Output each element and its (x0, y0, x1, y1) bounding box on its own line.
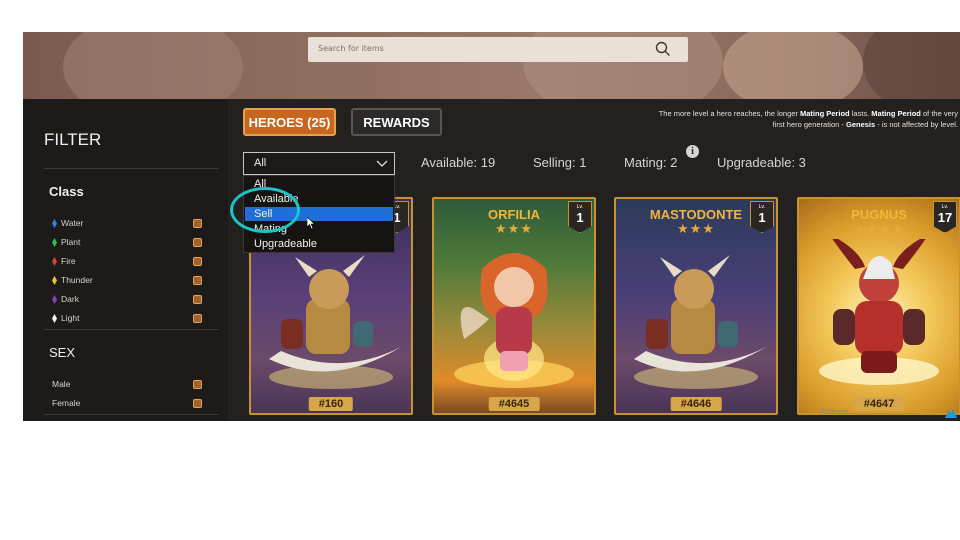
plant-checkbox[interactable] (193, 238, 202, 247)
divider (44, 414, 219, 415)
windows-activation-watermark: Activate (820, 407, 849, 416)
dark-checkbox[interactable] (193, 295, 202, 304)
sex-filter-male[interactable]: Male (49, 378, 209, 392)
class-title: Class (49, 184, 84, 199)
class-filter-thunder[interactable]: Thunder (49, 274, 209, 288)
fire-checkbox[interactable] (193, 257, 202, 266)
annotation-highlight-circle (230, 187, 300, 233)
female-checkbox[interactable] (193, 399, 202, 408)
tab-heroes[interactable]: HEROES (25) (243, 108, 336, 136)
sex-title: SEX (49, 345, 76, 360)
dark-gem-icon (52, 295, 57, 304)
water-gem-icon (52, 219, 57, 228)
class-filter-fire[interactable]: Fire (49, 255, 209, 269)
hero-portrait (634, 255, 766, 389)
class-label: Light (61, 313, 80, 323)
hero-portrait (454, 253, 574, 388)
divider (44, 329, 219, 330)
class-label: Water (61, 218, 84, 228)
banner-art (723, 32, 863, 99)
class-label: Thunder (61, 275, 93, 285)
divider (44, 168, 219, 169)
mating-info-text: The more level a hero reaches, the longe… (658, 109, 958, 129)
class-label: Dark (61, 294, 79, 304)
search-bar[interactable]: Search for items (308, 37, 688, 62)
tab-rewards[interactable]: REWARDS (351, 108, 442, 136)
light-checkbox[interactable] (193, 314, 202, 323)
search-placeholder: Search for items (318, 44, 384, 53)
class-label: Fire (61, 256, 76, 266)
mouse-cursor-icon (307, 217, 315, 229)
filter-sidebar: FILTER Class Water Plant Fire Thunder Da… (23, 99, 228, 421)
plant-gem-icon (52, 238, 57, 247)
mating-count: Mating: 2 (624, 155, 678, 170)
class-filter-dark[interactable]: Dark (49, 293, 209, 307)
app-window: Search for items FILTER Class Water Plan… (23, 32, 960, 421)
thunder-gem-icon (52, 276, 57, 285)
dropdown-option-upgradeable[interactable]: Upgradeable (245, 237, 393, 251)
sex-filter-female[interactable]: Female (49, 397, 209, 411)
hero-portrait (819, 239, 939, 385)
light-gem-icon (52, 314, 57, 323)
sex-label: Female (52, 398, 81, 408)
class-filter-light[interactable]: Light (49, 312, 209, 326)
search-icon[interactable] (654, 40, 672, 58)
available-count: Available: 19 (421, 155, 496, 170)
info-icon[interactable]: i (686, 145, 699, 158)
filter-title: FILTER (44, 130, 102, 149)
water-checkbox[interactable] (193, 219, 202, 228)
sex-label: Male (52, 379, 71, 389)
class-label: Plant (61, 237, 81, 247)
hero-portrait (269, 255, 401, 389)
class-filter-water[interactable]: Water (49, 217, 209, 231)
header-banner: Search for items (23, 32, 960, 99)
hero-id: #160 (308, 397, 354, 411)
male-checkbox[interactable] (193, 380, 202, 389)
fire-gem-icon (52, 257, 57, 266)
hero-card[interactable]: MASTODONTE ★★★ Lv. 1 #4646 (614, 197, 778, 415)
upgradeable-count: Upgradeable: 3 (717, 155, 806, 170)
banner-art (63, 32, 243, 99)
thunder-checkbox[interactable] (193, 276, 202, 285)
hero-id: #4645 (488, 397, 540, 411)
status-filter-select[interactable]: All (243, 152, 395, 175)
class-filter-plant[interactable]: Plant (49, 236, 209, 250)
hero-card[interactable]: ORFILIA ★★★ Lv. 1 #4645 (432, 197, 596, 415)
select-value: All (254, 157, 267, 169)
banner-art (863, 32, 960, 99)
hero-id: #4646 (670, 397, 722, 411)
corner-icon (945, 409, 957, 418)
chevron-down-icon (376, 160, 388, 167)
hero-card[interactable]: PUGNUS ★★★★ Lv. 17 #4647 (797, 197, 960, 415)
hero-id: #4647 (853, 397, 905, 411)
selling-count: Selling: 1 (533, 155, 587, 170)
